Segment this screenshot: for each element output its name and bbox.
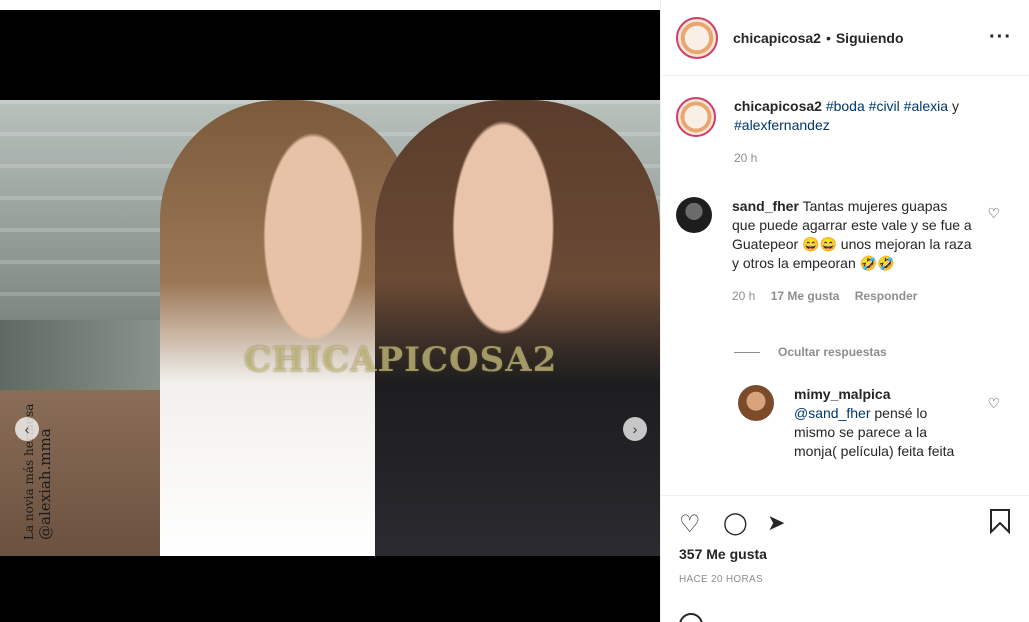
replies-divider-line [734, 351, 760, 353]
chevron-left-icon: ‹ [24, 421, 30, 437]
post-header: chicapicosa2 • Siguiendo ··· [661, 0, 1029, 76]
reply-like-heart-icon[interactable]: ♡ [987, 395, 1000, 412]
save-bookmark-icon[interactable] [988, 508, 1012, 541]
caption-username[interactable]: chicapicosa2 [734, 98, 822, 114]
hide-replies-label: Ocultar respuestas [778, 345, 887, 359]
comment-time[interactable]: 20 h [732, 289, 755, 303]
post-actions: ♡ ◯ ➤ 357 Me gusta HACE 20 HORAS [661, 495, 1029, 622]
vertical-caption-handle: @alexiah.mma [36, 428, 54, 540]
post-time-ago[interactable]: HACE 20 HORAS [679, 574, 763, 585]
post-media[interactable]: CHICAPICOSA2 La novia más hermosa @alexi… [0, 10, 660, 622]
avatar[interactable] [676, 16, 718, 59]
emoji-icon[interactable] [679, 613, 703, 622]
comment-username[interactable]: sand_fher [732, 198, 799, 214]
comment-avatar[interactable] [676, 197, 712, 233]
share-icon[interactable]: ➤ [767, 510, 785, 536]
caption-body: chicapicosa2 #boda #civil #alexia y #ale… [734, 97, 994, 168]
header-username[interactable]: chicapicosa2 [733, 30, 821, 46]
comments-section[interactable]: chicapicosa2 #boda #civil #alexia y #ale… [661, 77, 1029, 495]
photo-watermark: CHICAPICOSA2 [244, 340, 558, 380]
post-side-panel: chicapicosa2 • Siguiendo ··· chicapicosa… [660, 0, 1029, 622]
hashtag-link[interactable]: #boda [826, 98, 865, 114]
photo-person-right [375, 100, 660, 556]
hashtag-link[interactable]: #alexia [904, 98, 948, 114]
caption-time[interactable]: 20 h [734, 149, 994, 168]
previous-photo-button[interactable]: ‹ [15, 417, 39, 441]
next-photo-button[interactable]: › [623, 417, 647, 441]
follow-status-button[interactable]: Siguiendo [836, 30, 904, 46]
caption-joiner: y [951, 98, 959, 114]
comment-likes[interactable]: 17 Me gusta [771, 289, 840, 303]
likes-count[interactable]: 357 Me gusta [679, 546, 767, 562]
reply-avatar[interactable] [738, 385, 774, 421]
comment-item: sand_fher Tantas mujeres guapas que pued… [676, 197, 972, 306]
like-heart-icon[interactable]: ♡ [679, 510, 701, 539]
comment-like-heart-icon[interactable]: ♡ [987, 205, 1000, 222]
header-separator: • [825, 29, 831, 46]
hide-replies-toggle[interactable]: Ocultar respuestas [734, 345, 887, 359]
reply-username[interactable]: mimy_malpica [794, 385, 964, 404]
reply-mention[interactable]: @sand_fher [794, 405, 870, 421]
hashtag-link[interactable]: #alexfernandez [734, 117, 830, 133]
reply-button[interactable]: Responder [855, 289, 918, 303]
media-top-strip [0, 0, 660, 10]
caption-avatar[interactable] [676, 97, 716, 137]
caption: chicapicosa2 #boda #civil #alexia y #ale… [676, 97, 994, 168]
comment-body: sand_fher Tantas mujeres guapas que pued… [732, 197, 972, 306]
bookmark-icon [990, 509, 1010, 535]
comment-icon[interactable]: ◯ [723, 510, 748, 536]
comment-meta: 20 h 17 Me gusta Responder [732, 287, 972, 306]
post-photo[interactable]: CHICAPICOSA2 La novia más hermosa @alexi… [0, 100, 660, 556]
chevron-right-icon: › [632, 421, 638, 437]
reply-body: mimy_malpica @sand_fher pensé lo mismo s… [794, 385, 964, 461]
reply-item: mimy_malpica @sand_fher pensé lo mismo s… [738, 385, 964, 461]
hashtag-link[interactable]: #civil [869, 98, 900, 114]
more-options-icon[interactable]: ··· [989, 26, 1012, 49]
